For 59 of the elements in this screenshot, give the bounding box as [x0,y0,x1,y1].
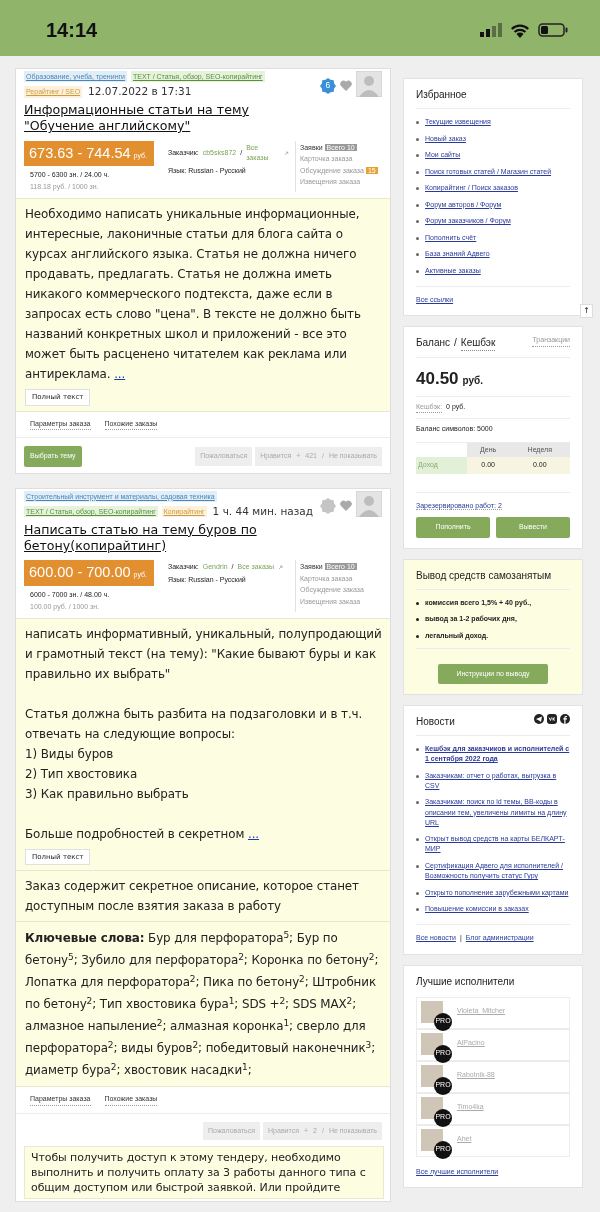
external-link-icon [277,565,283,570]
bullet-icon [416,618,419,622]
bullet-icon [416,748,419,751]
avatar-icon[interactable] [356,490,382,517]
keywords-text: Ключевые слова: Бур для перфоратора$^{5}$; Бур по бетону$^{5}$; Зубило для перфоратора$^{2}$; Коронка по бетону$^{2}$; Лопатка для перфоратора$^{2}$; Пика по бетону$^{2}$; Штробник по бетону$^{2}$; Тип хвостовика бура$^{1}$; SDS +$^{2}$; SDS MAX$^{2}$; алмазное напыление$^{2}$; алмазная коронка$^{1}$; сверло для перфоратора$^{2}$; виды буров$^{2}$; победитовый наконечник$^{3}$; диаметр бура$^{2}$; хвостовик насадки$^{1}$; [16,922,390,1088]
order-title[interactable]: Информационные статьи на тему "Обучение английскому" [24,101,274,135]
panel-title: Баланс [416,336,451,351]
avatar-icon[interactable] [356,71,382,97]
bullet-icon [416,864,419,868]
panel-title: Вывод средств самозанятым [416,567,570,590]
signal-icon [480,23,502,37]
more-link[interactable]: ... [248,827,260,841]
more-link[interactable]: ... [114,367,126,382]
bullet-icon [416,269,419,273]
order-time: 1 ч. 44 мин. назад [212,503,314,519]
panel-title: Лучшие исполнители [416,974,516,989]
bullet-icon [416,236,419,240]
scroll-top-button[interactable]: ↑ [580,304,593,318]
bullet-icon [416,908,419,912]
wifi-icon [510,22,530,38]
seal-icon: 6 [320,78,336,94]
order-time: 12.07.2022 в 17:31 [88,84,192,100]
bullet-icon [416,601,419,605]
bullet-icon [416,220,419,224]
currency-label: руб. [462,374,484,389]
description-text: Статья должна быть разбита на подзаголовки и в т.ч. отвечать на следующие вопросы: 1) Виды буров 2) Тип хвостовика 3) Как правильно выбрать [25,706,364,803]
vk-icon[interactable] [547,714,557,724]
separator-text: / [454,336,457,351]
heart-icon[interactable] [340,80,352,91]
bullet-icon [416,801,419,805]
panel-title: Избранное [416,87,570,109]
bullet-icon [416,154,419,158]
bullet-icon [416,170,419,174]
price-text: 673.63 - 744.54 [29,143,131,163]
panel-title: Новости [416,715,455,729]
paper-plane-icon[interactable] [534,714,544,724]
bullet-icon [416,774,419,778]
clock: 14:14 [46,18,98,43]
description-text: Больше подробностей в секретном ... [25,826,261,843]
bullet-icon [416,187,419,191]
facebook-icon[interactable] [560,714,570,724]
secret-note: Заказ содержит секретное описание, которое станет доступным после взятия заказа в работу [16,871,390,923]
description-text: Необходимо написать уникальные информационные, интересные, лаконичные статьи для блога сайта о курсах английского языка. Статья не должна ничего продавать, предлагать. Статья не должна иметь никакого коммерческого подтекста, даже если в запросах есть слово "цена". В тексте не должно быть названий конкретных школ и приложений - все это может быть расценено читателем как реклама или антиреклама. ... [25,206,362,384]
cashback-link[interactable]: Кешбэк [460,335,496,352]
price-text: 600.00 - 700.00 [29,563,131,583]
external-link-icon [284,150,289,156]
order-title[interactable]: Написать статью на тему буров по бетону(копирайтинг) [24,521,274,555]
battery-icon [538,23,568,37]
bullet-icon [416,253,419,257]
bullet-icon [416,137,419,141]
bullet-icon [416,203,419,207]
bullet-icon [416,121,419,124]
bullet-icon [416,838,419,842]
access-note: Чтобы получить доступ к этому тендеру, необходимо выполнить и получить оплату за 3 работы данного типа с общим доступом или быстрой заявкой. Или пройдите [24,1146,384,1200]
balance-amount: 40.50 [416,368,459,391]
bullet-icon [416,891,419,895]
heart-icon[interactable] [340,499,352,511]
bullet-icon [416,635,419,638]
description-text: написать информативный, уникальный, полупродающий и грамотный текст (на тему): "Какие бывают буры и как правильно их выбрать" [25,626,383,683]
